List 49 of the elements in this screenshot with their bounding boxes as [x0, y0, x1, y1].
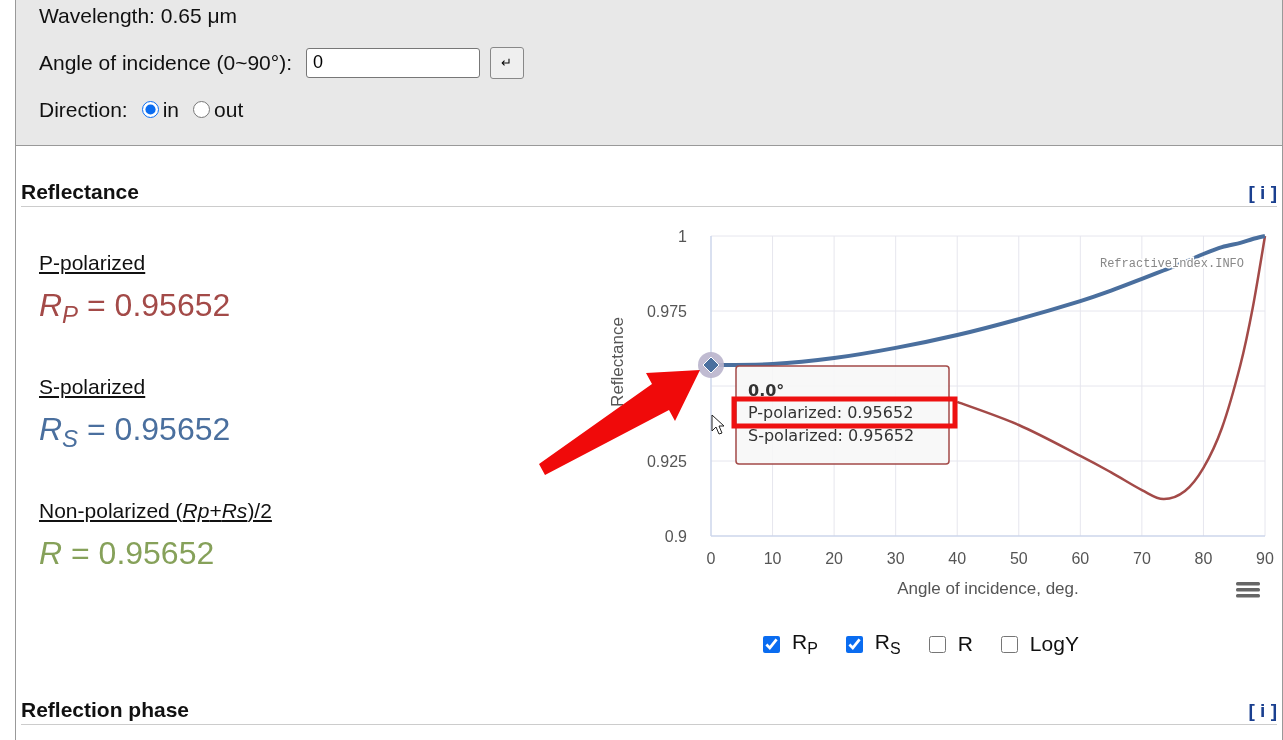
x-tick-label: 0 [706, 550, 716, 567]
result-label: P-polarized [39, 251, 147, 276]
radio-button[interactable] [141, 101, 159, 118]
checkbox-label[interactable]: R$_{P}$ [792, 630, 818, 659]
x-tick-label: 20 [825, 550, 843, 567]
result-label: S-polarized [39, 375, 147, 400]
wavelength-label: Wavelength: 0.65 μm [39, 3, 238, 28]
x-tick-label: 50 [1009, 550, 1028, 567]
checkbox-label[interactable]: R [957, 632, 973, 657]
angle-label: Angle of incidence (0~90°): [39, 50, 292, 75]
info-link[interactable]: [ i ] [1248, 182, 1277, 204]
direction-label: Direction: [39, 97, 128, 122]
x-tick-label: 60 [1071, 550, 1090, 567]
angle-input-field[interactable]: 0 [306, 47, 480, 78]
result-label: Non-polarized (Rp+Rs)/2 [39, 499, 273, 524]
info-link[interactable]: [ i ] [1248, 700, 1277, 722]
radio-button[interactable] [193, 101, 211, 118]
menu-icon[interactable] [1236, 582, 1260, 598]
section-title: Reflection phase [21, 698, 190, 722]
x-axis-title: Angle of incidence, deg. [897, 579, 1079, 598]
radio-label[interactable]: out [214, 97, 244, 122]
tooltip-title: 0.0° [748, 381, 785, 400]
checkbox[interactable] [928, 635, 946, 653]
y-tick-label: 0.925 [646, 453, 687, 470]
y-tick-label: 1 [678, 228, 687, 245]
result-formula: R$_{P}$ = 0.95652 [39, 286, 232, 331]
result-formula: R = 0.95652 [39, 534, 216, 573]
result-formula: R$_{S}$ = 0.95652 [39, 410, 232, 455]
x-tick-label: 30 [886, 550, 905, 567]
y-tick-label: 0.9 [664, 528, 687, 545]
tooltip-line: P-polarized: 0.95652 [748, 403, 914, 422]
checkbox-label[interactable]: LogY [1029, 632, 1079, 657]
checkbox[interactable] [763, 635, 780, 653]
y-tick-label: 0.975 [646, 303, 687, 320]
x-tick-label: 10 [763, 550, 782, 567]
tooltip-line: S-polarized: 0.95652 [748, 426, 915, 445]
enter-button[interactable]: ↵ [490, 46, 524, 79]
x-tick-label: 70 [1133, 550, 1151, 567]
y-axis-title: Reflectance [608, 317, 627, 407]
section-title: Reflectance [21, 180, 139, 204]
cursor-icon [711, 414, 725, 435]
checkbox[interactable] [1000, 635, 1018, 653]
hover-marker [698, 352, 724, 378]
checkbox-label[interactable]: R$_{S}$ [874, 630, 901, 659]
x-tick-label: 40 [948, 550, 967, 567]
radio-label[interactable]: in [162, 97, 180, 122]
checkbox[interactable] [845, 635, 863, 653]
x-tick-label: 90 [1256, 550, 1274, 567]
x-tick-label: 80 [1194, 550, 1213, 567]
